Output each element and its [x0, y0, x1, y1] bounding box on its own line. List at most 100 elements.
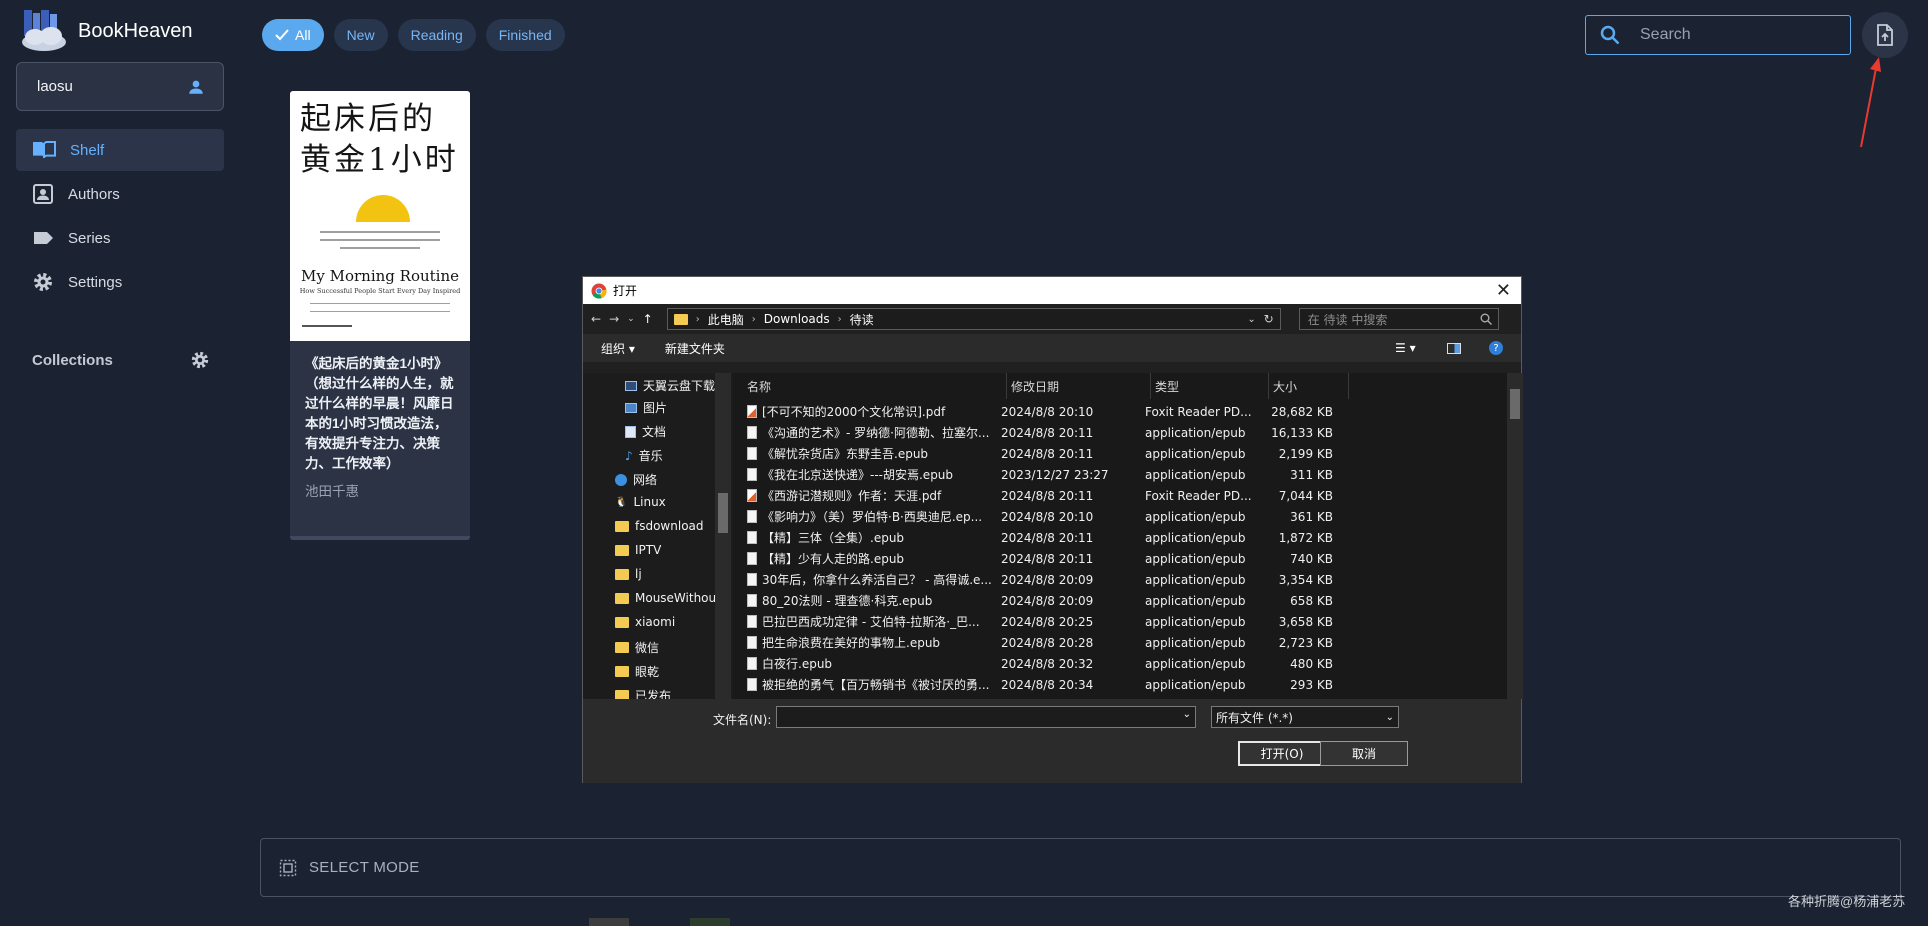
tree-item[interactable]: fsdownload: [615, 519, 704, 533]
filter-all[interactable]: All: [262, 19, 324, 51]
up-arrow-icon[interactable]: ↑: [643, 312, 653, 326]
file-size: 740 KB: [1255, 552, 1333, 566]
filetype-select[interactable]: 所有文件 (*.*) ⌄: [1211, 706, 1399, 728]
file-row[interactable]: 《影响力》（美）罗伯特·B·西奥迪尼.ep... 2024/8/8 20:10 ap…: [733, 506, 1505, 527]
file-row[interactable]: 【精】少有人走的路.epub 2024/8/8 20:11 application/…: [733, 548, 1505, 569]
file-row[interactable]: 80_20法则 - 理查德·科克.epub 2024/8/8 20:09 appli…: [733, 590, 1505, 611]
select-mode-toggle[interactable]: SELECT MODE: [260, 838, 1901, 897]
sidebar-nav: Shelf Authors Series Settings: [16, 129, 224, 305]
sidebar-item-settings[interactable]: Settings: [16, 261, 224, 303]
file-row[interactable]: 【精】三体（全集）.epub 2024/8/8 20:11 application/…: [733, 527, 1505, 548]
file-date-text: 2024/8/8 20:11: [1001, 488, 1094, 503]
search-input[interactable]: Search: [1585, 15, 1851, 55]
open-button[interactable]: 打开(O): [1238, 741, 1326, 766]
tree-item[interactable]: 🐧 Linux: [615, 495, 666, 509]
person-icon: [189, 80, 203, 94]
sidebar-item-authors[interactable]: Authors: [16, 173, 224, 215]
tree-item[interactable]: 图片: [625, 399, 667, 416]
file-date: 2024/8/8 20:34: [993, 678, 1137, 692]
file-size: 7,044 KB: [1255, 489, 1333, 503]
file-row[interactable]: 白夜行.epub 2024/8/8 20:32 application/epub 48…: [733, 653, 1505, 674]
cover-english-subtitle: How Successful People Start Every Day In…: [299, 287, 461, 295]
tree-item[interactable]: 天翼云盘下载: [625, 377, 715, 394]
tree-item[interactable]: MouseWithou: [615, 591, 716, 605]
filename-label: 文件名(N):: [713, 713, 772, 727]
file-type-text: Foxit Reader PD...: [1145, 488, 1252, 503]
file-type-text: application/epub: [1145, 572, 1246, 587]
folder-icon: [615, 592, 629, 604]
tree-item[interactable]: lj: [615, 567, 642, 581]
file-row[interactable]: 《沟通的艺术》- 罗纳德·阿德勒、拉塞尔... 2024/8/8 20:11 app…: [733, 422, 1505, 443]
preview-pane-icon[interactable]: [1447, 342, 1461, 354]
collections-settings-gear-icon[interactable]: [190, 350, 210, 370]
file-row[interactable]: 《我在北京送快递》---胡安焉.epub 2023/12/27 23:27 appl…: [733, 464, 1505, 485]
file-row[interactable]: 被拒绝的勇气【百万畅销书《被讨厌的勇... 2024/8/8 20:34 appli…: [733, 674, 1505, 695]
address-bar[interactable]: › 此电脑 › Downloads › 待读 ⌄ ↻: [666, 308, 1281, 330]
file-size-text: 16,133 KB: [1271, 425, 1333, 440]
cover-title: 起床后的 黄金1小时: [300, 101, 459, 178]
scrollbar-thumb[interactable]: [1510, 389, 1520, 419]
filter-new[interactable]: New: [333, 19, 388, 51]
column-header-date[interactable]: 修改日期: [1007, 373, 1151, 399]
user-menu[interactable]: laosu: [16, 62, 224, 111]
organize-menu[interactable]: 组织 ▾: [601, 340, 635, 357]
column-header-name[interactable]: 名称: [733, 373, 1007, 399]
file-row[interactable]: 《西游记潜规则》作者：天涯.pdf 2024/8/8 20:11 Foxit Rea…: [733, 485, 1505, 506]
chrome-icon: [591, 283, 607, 299]
app-logo: BookHeaven: [20, 10, 193, 52]
scrollbar-thumb[interactable]: [718, 493, 728, 533]
tree-item[interactable]: IPTV: [615, 543, 661, 557]
file-icon: [747, 552, 757, 565]
book-card[interactable]: 起床后的 黄金1小时 My Morning Routine How Success…: [290, 91, 470, 540]
tree-item[interactable]: 眼乾: [615, 663, 659, 680]
file-type-text: application/epub: [1145, 656, 1246, 671]
file-type: application/epub: [1137, 510, 1255, 524]
file-icon: [747, 594, 757, 607]
file-row[interactable]: [不可不知的2000个文化常识].pdf 2024/8/8 20:10 Foxit …: [733, 401, 1505, 422]
music-icon: ♪: [625, 448, 633, 463]
back-arrow-icon[interactable]: ←: [591, 312, 601, 326]
tree-scrollbar[interactable]: [715, 373, 731, 699]
upload-book-button[interactable]: [1862, 12, 1908, 58]
file-date-text: 2024/8/8 20:25: [1001, 614, 1094, 629]
tree-item[interactable]: 文档: [625, 423, 666, 440]
file-row[interactable]: 30年后，你拿什么养活自己？ - 高得诚.e... 2024/8/8 20:09 a…: [733, 569, 1505, 590]
close-icon[interactable]: ✕: [1496, 280, 1511, 301]
username: laosu: [37, 78, 73, 95]
dialog-content: 天翼云盘下载 图片 文档 ♪ 音乐 网络 🐧 Linux fsdownload IP…: [583, 373, 1523, 703]
dialog-search-input[interactable]: 在 待读 中搜索: [1298, 308, 1499, 330]
file-row[interactable]: 把生命浪费在美好的事物上.epub 2024/8/8 20:28 applicati…: [733, 632, 1505, 653]
view-options-icon[interactable]: ☰ ▾: [1395, 341, 1416, 355]
help-icon[interactable]: ?: [1489, 341, 1503, 355]
cancel-button[interactable]: 取消: [1320, 741, 1408, 766]
filter-reading[interactable]: Reading: [397, 19, 476, 51]
sidebar-item-series[interactable]: Series: [16, 217, 224, 259]
tree-item[interactable]: 网络: [615, 471, 657, 488]
breadcrumb-item[interactable]: Downloads: [764, 312, 830, 326]
address-dropdown-icon[interactable]: ⌄: [1247, 314, 1255, 325]
breadcrumb-item[interactable]: 此电脑: [708, 311, 744, 328]
file-row[interactable]: 《解忧杂货店》东野圭吾.epub 2024/8/8 20:11 applicatio…: [733, 443, 1505, 464]
forward-arrow-icon[interactable]: →: [609, 312, 619, 326]
breadcrumb-item[interactable]: 待读: [850, 311, 874, 328]
tree-item[interactable]: xiaomi: [615, 615, 675, 629]
filename-dropdown-icon[interactable]: ⌄: [1183, 709, 1191, 720]
reading-progress-bar: [290, 536, 470, 540]
column-header-size[interactable]: 大小: [1269, 373, 1349, 399]
filter-finished[interactable]: Finished: [485, 19, 565, 51]
new-folder-button[interactable]: 新建文件夹: [665, 340, 725, 357]
column-header-type[interactable]: 类型: [1151, 373, 1269, 399]
sidebar-item-label: Settings: [68, 273, 123, 291]
tree-item-label: lj: [635, 567, 642, 581]
sidebar-item-shelf[interactable]: Shelf: [16, 129, 224, 171]
taskbar-fragment: [690, 918, 730, 926]
file-row[interactable]: 巴拉巴西成功定律 - 艾伯特-拉斯洛·_巴... 2024/8/8 20:25 ap…: [733, 611, 1505, 632]
tree-item[interactable]: 微信: [615, 639, 659, 656]
gear-icon: [34, 273, 52, 291]
tree-item[interactable]: ♪ 音乐: [625, 447, 663, 464]
file-list-scrollbar[interactable]: [1507, 373, 1523, 699]
filename-input[interactable]: ⌄: [776, 706, 1196, 728]
refresh-icon[interactable]: ↻: [1264, 312, 1274, 326]
file-icon: [747, 636, 757, 649]
recent-chevron-icon[interactable]: ⌄: [627, 314, 635, 324]
